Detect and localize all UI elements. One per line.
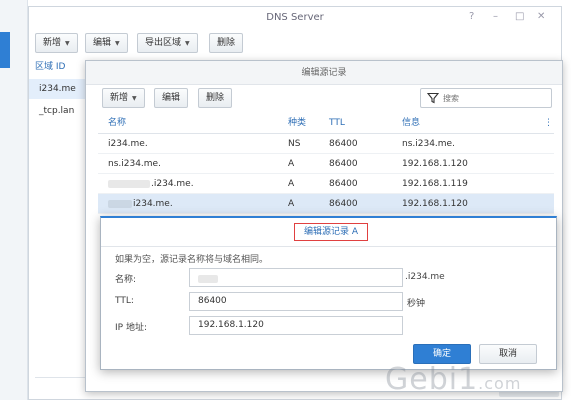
redacted-text [108, 199, 132, 208]
chevron-down-icon: ▼ [185, 40, 190, 47]
record-name: i234.me. [108, 139, 148, 149]
record-type: NS [288, 139, 301, 149]
help-icon[interactable]: ? [469, 11, 474, 22]
record-type: A [288, 199, 295, 209]
dns-toolbar: 新增 ▼ 编辑 ▼ 导出区域 ▼ 删除 [29, 29, 561, 57]
filter-icon [427, 92, 439, 104]
chevron-down-icon: ▼ [132, 95, 137, 102]
name-suffix: .i234.me [405, 272, 445, 282]
search-input[interactable] [443, 91, 547, 105]
record-ttl: 86400 [329, 199, 358, 209]
record-info: ns.i234.me. [402, 139, 455, 149]
ip-label: IP 地址: [115, 323, 147, 333]
record-name-cell: .i234.me. [108, 174, 194, 194]
hint-text: 如果为空，源记录名称将与域名相同。 [115, 255, 269, 265]
column-menu-icon[interactable]: ⋮ [544, 113, 553, 133]
redacted-text [198, 274, 218, 283]
record-info: 192.168.1.119 [402, 179, 468, 189]
chevron-down-icon: ▼ [65, 40, 70, 47]
maximize-icon[interactable]: □ [515, 11, 524, 22]
add-record-button[interactable]: 新增 ▼ [102, 88, 145, 108]
watermark-suffix: .com [478, 374, 522, 393]
edit-record-a-dialog: 编辑源记录 A 如果为空，源记录名称将与域名相同。 名称: .i234.me T… [100, 216, 557, 370]
zone-row-i234[interactable]: i234.me [29, 79, 93, 99]
ttl-label: TTL: [115, 296, 134, 306]
zone-row-tcp-lan[interactable]: _tcp.lan [29, 101, 93, 121]
edit-zone-label: 编辑 [93, 38, 112, 48]
ok-button[interactable]: 确定 [413, 344, 471, 364]
delete-record-button[interactable]: 删除 [198, 88, 233, 108]
table-row[interactable]: ns.i234.me. A 86400 192.168.1.120 [98, 154, 554, 174]
add-record-label: 新增 [110, 93, 129, 103]
column-header-ttl[interactable]: TTL [329, 113, 345, 133]
search-box[interactable] [420, 88, 552, 108]
dialog-title: 编辑源记录 [86, 61, 562, 85]
minimize-icon[interactable]: – [493, 11, 498, 22]
ip-address-field[interactable]: 192.168.1.120 [189, 316, 403, 335]
record-name: i234.me. [133, 199, 173, 209]
table-row-selected[interactable]: i234.me. A 86400 192.168.1.120 [98, 194, 554, 214]
chevron-down-icon: ▼ [115, 40, 120, 47]
export-zone-button[interactable]: 导出区域 ▼ [137, 33, 198, 53]
add-zone-label: 新增 [43, 38, 62, 48]
record-type: A [288, 179, 295, 189]
column-header-info[interactable]: 信息 [402, 113, 420, 133]
cancel-button[interactable]: 取消 [479, 344, 537, 364]
redacted-text [108, 179, 150, 188]
record-name: .i234.me. [151, 179, 194, 189]
divider [101, 246, 556, 247]
record-ttl: 86400 [329, 139, 358, 149]
record-type: A [288, 159, 295, 169]
ttl-field[interactable]: 86400 [189, 292, 403, 311]
record-ttl: 86400 [329, 179, 358, 189]
zone-id-column-header[interactable]: 区域 ID [35, 59, 85, 75]
desktop-left-strip [0, 0, 28, 400]
column-header-type[interactable]: 种类 [288, 113, 306, 133]
record-info: 192.168.1.120 [402, 199, 468, 209]
name-label: 名称: [115, 275, 137, 285]
record-ttl: 86400 [329, 159, 358, 169]
export-zone-label: 导出区域 [145, 38, 182, 48]
column-header-name[interactable]: 名称 [108, 113, 126, 133]
delete-zone-button[interactable]: 删除 [209, 33, 244, 53]
site-watermark: Gebi1.com [385, 362, 521, 397]
close-icon[interactable]: ✕ [537, 11, 545, 22]
add-zone-button[interactable]: 新增 ▼ [35, 33, 78, 53]
record-name: ns.i234.me. [108, 159, 161, 169]
record-name-cell: i234.me. [108, 194, 173, 214]
edit-zone-button[interactable]: 编辑 ▼ [85, 33, 128, 53]
name-field[interactable] [189, 268, 403, 287]
edit-record-button[interactable]: 编辑 [154, 88, 189, 108]
table-row[interactable]: i234.me. NS 86400 ns.i234.me. [98, 134, 554, 154]
ttl-unit: 秒钟 [407, 299, 426, 309]
dialog-title: 编辑源记录 A [294, 223, 368, 241]
table-row[interactable]: .i234.me. A 86400 192.168.1.119 [98, 174, 554, 194]
window-title: DNS Server [266, 12, 324, 23]
watermark-text: Gebi1 [385, 362, 479, 397]
left-accent-bar [0, 32, 10, 68]
record-info: 192.168.1.120 [402, 159, 468, 169]
